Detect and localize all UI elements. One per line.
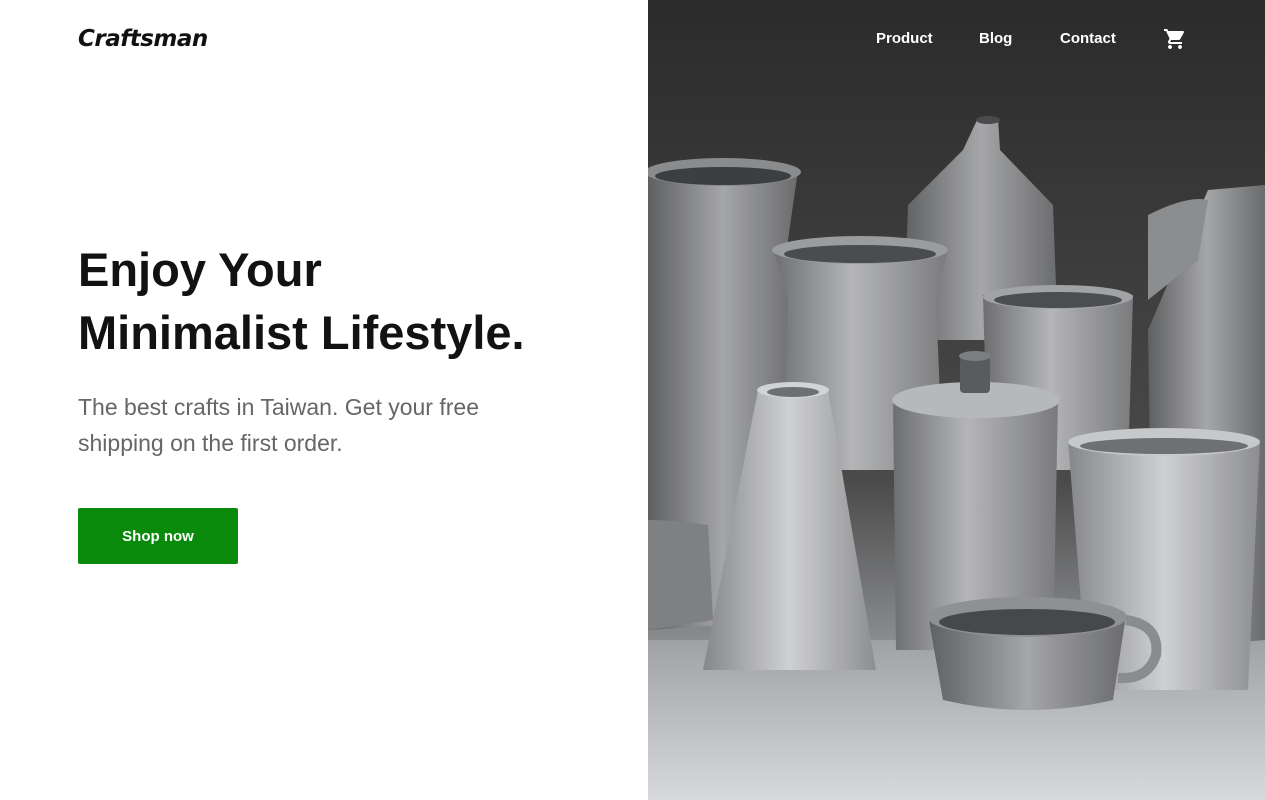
hero-image <box>648 0 1265 800</box>
hero-title-line-2: Minimalist Lifestyle. <box>78 306 525 359</box>
nav-contact[interactable]: Contact <box>1060 30 1116 47</box>
hero-title: Enjoy Your Minimalist Lifestyle. <box>78 238 618 364</box>
shopping-cart-icon[interactable] <box>1163 27 1187 51</box>
nav-product[interactable]: Product <box>876 30 933 47</box>
ceramics-illustration <box>648 116 1265 800</box>
hero-subtitle: The best crafts in Taiwan. Get your free… <box>78 394 479 456</box>
hero-text-panel: Craftsman Enjoy Your Minimalist Lifestyl… <box>0 0 648 800</box>
nav-blog[interactable]: Blog <box>979 30 1012 47</box>
hero-title-line-1: Enjoy Your <box>78 243 322 296</box>
shop-now-button[interactable]: Shop now <box>78 508 238 564</box>
brand-logo[interactable]: Craftsman <box>78 26 208 52</box>
